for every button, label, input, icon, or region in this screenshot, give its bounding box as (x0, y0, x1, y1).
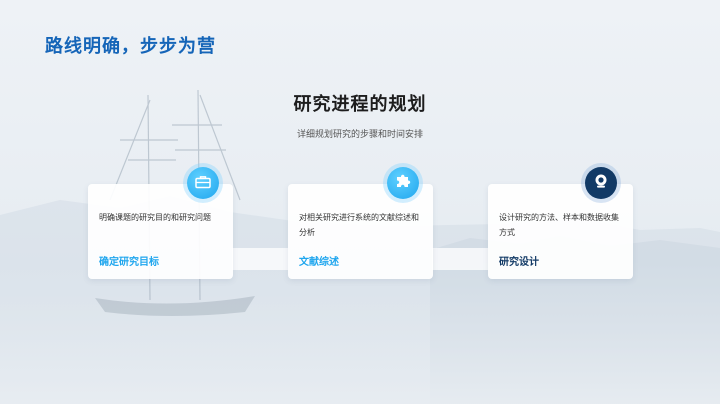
step-card-2[interactable]: 对相关研究进行系统的文献综述和分析 文献综述 (288, 184, 433, 279)
camera-icon (593, 173, 609, 193)
timeline-connector (432, 248, 488, 270)
step-label: 研究设计 (499, 257, 539, 268)
section-title: 研究进程的规划 (293, 94, 427, 115)
section-subtitle: 详细规划研究的步骤和时间安排 (296, 130, 423, 140)
timeline-connector (232, 248, 288, 270)
step-label: 文献综述 (299, 257, 339, 268)
step-description: 对相关研究进行系统的文献综述和分析 (299, 213, 419, 237)
step-label: 确定研究目标 (99, 257, 159, 268)
step-description: 明确课题的研究目的和研究问题 (99, 213, 211, 222)
step-card-1[interactable]: 明确课题的研究目的和研究问题 确定研究目标 (88, 184, 233, 279)
step-card-3[interactable]: 设计研究的方法、样本和数据收集方式 研究设计 (488, 184, 633, 279)
step-badge-3 (585, 167, 617, 199)
puzzle-icon (395, 173, 411, 193)
step-badge-1 (187, 167, 219, 199)
step-badge-2 (387, 167, 419, 199)
page-title: 路线明确，步步为营 (45, 36, 216, 57)
step-description: 设计研究的方法、样本和数据收集方式 (499, 213, 619, 237)
briefcase-icon (195, 174, 211, 193)
